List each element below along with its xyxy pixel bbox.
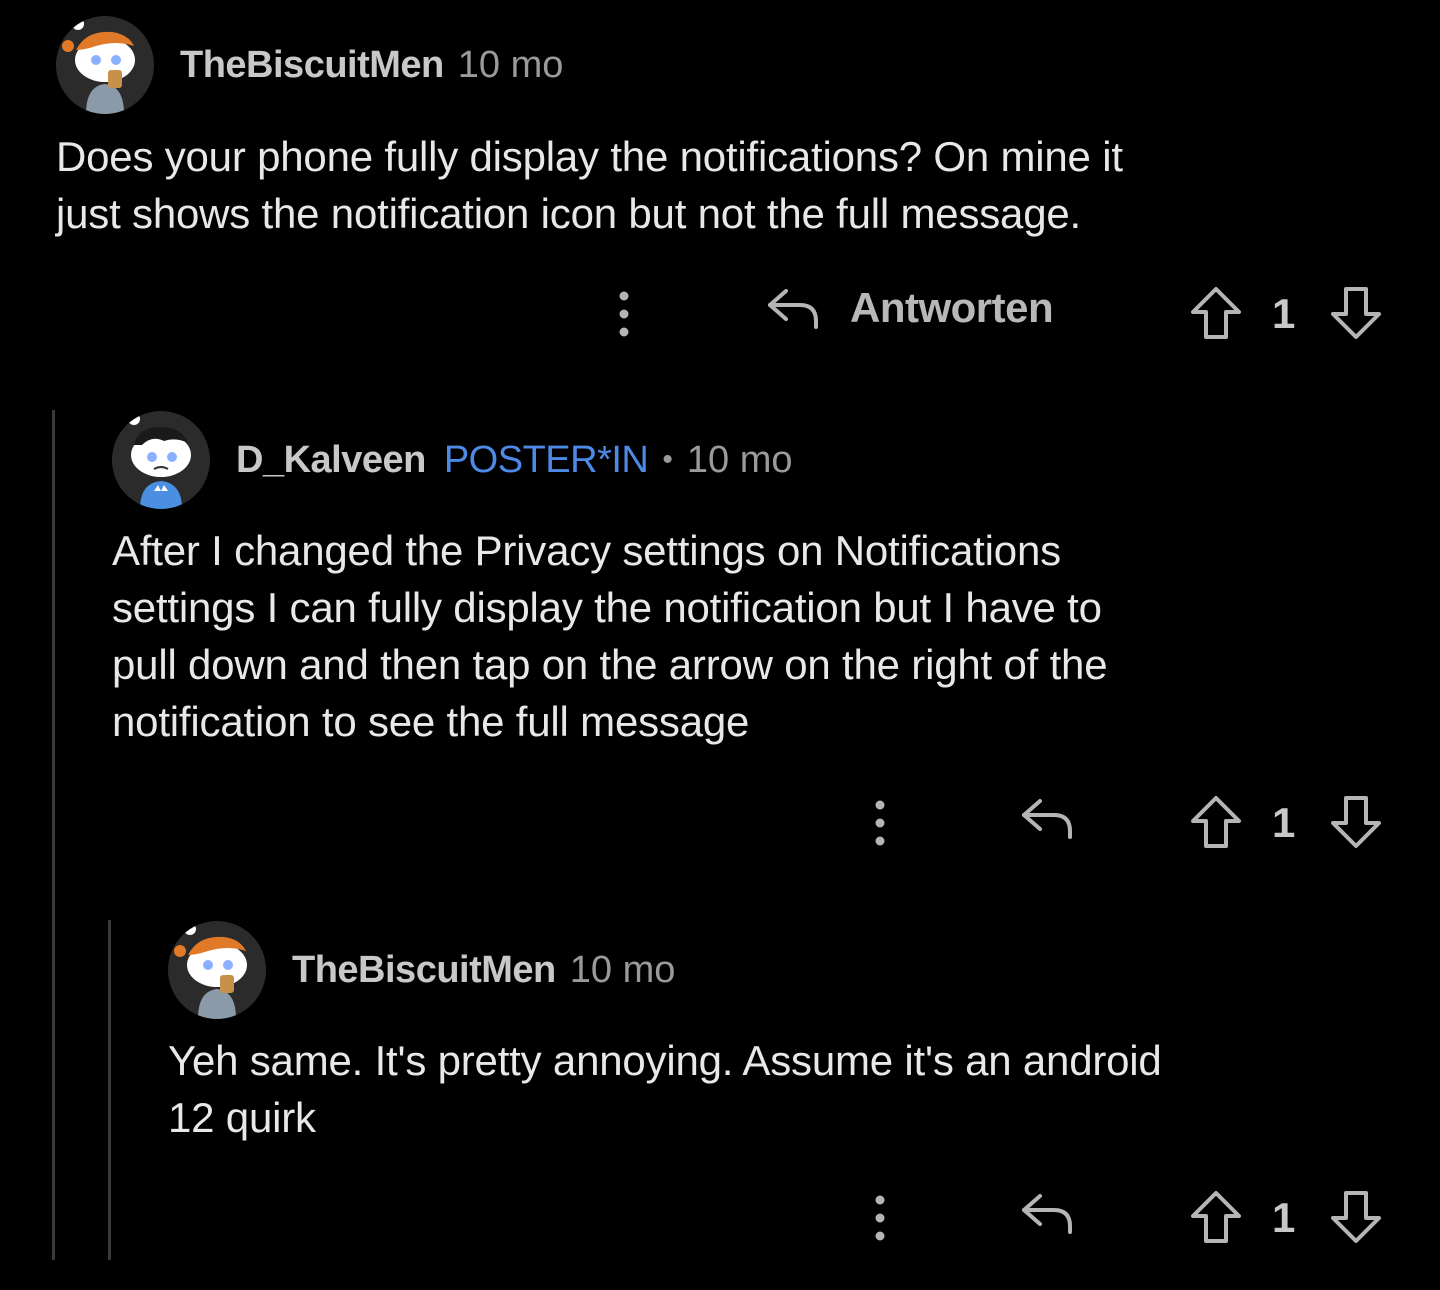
upvote-button[interactable] bbox=[1190, 1190, 1242, 1244]
more-vertical-icon bbox=[875, 1195, 885, 1241]
vote-score-value: 1 bbox=[1272, 1194, 1296, 1241]
snoo-biscuit-avatar[interactable] bbox=[168, 921, 266, 1019]
comment-thread: TheBiscuitMen 10 mo Does your phone full… bbox=[0, 0, 1440, 1290]
reply-arrow-icon bbox=[1022, 1194, 1072, 1234]
comment-body-line: Yeh same. It's pretty annoying. Assume i… bbox=[168, 1037, 1162, 1084]
comment-actions: 1 bbox=[0, 1188, 1440, 1248]
comment-body-line: 12 quirk bbox=[168, 1094, 316, 1141]
upvote-arrow-icon bbox=[1191, 1191, 1241, 1243]
comment-body: Yeh same. It's pretty annoying. Assume i… bbox=[168, 1032, 1408, 1146]
downvote-button[interactable] bbox=[1330, 1190, 1382, 1244]
comment: TheBiscuitMen 10 mo Yeh same. It's prett… bbox=[0, 0, 1440, 1290]
downvote-arrow-icon bbox=[1331, 1191, 1381, 1243]
vote-score: 1 bbox=[1272, 1194, 1295, 1242]
more-options-button[interactable] bbox=[868, 1192, 892, 1244]
reply-button[interactable] bbox=[1020, 1190, 1074, 1236]
comment-timestamp: 10 mo bbox=[569, 948, 676, 991]
comment-author[interactable]: TheBiscuitMen bbox=[292, 949, 556, 992]
comment-header: TheBiscuitMen 10 mo bbox=[168, 921, 675, 1019]
